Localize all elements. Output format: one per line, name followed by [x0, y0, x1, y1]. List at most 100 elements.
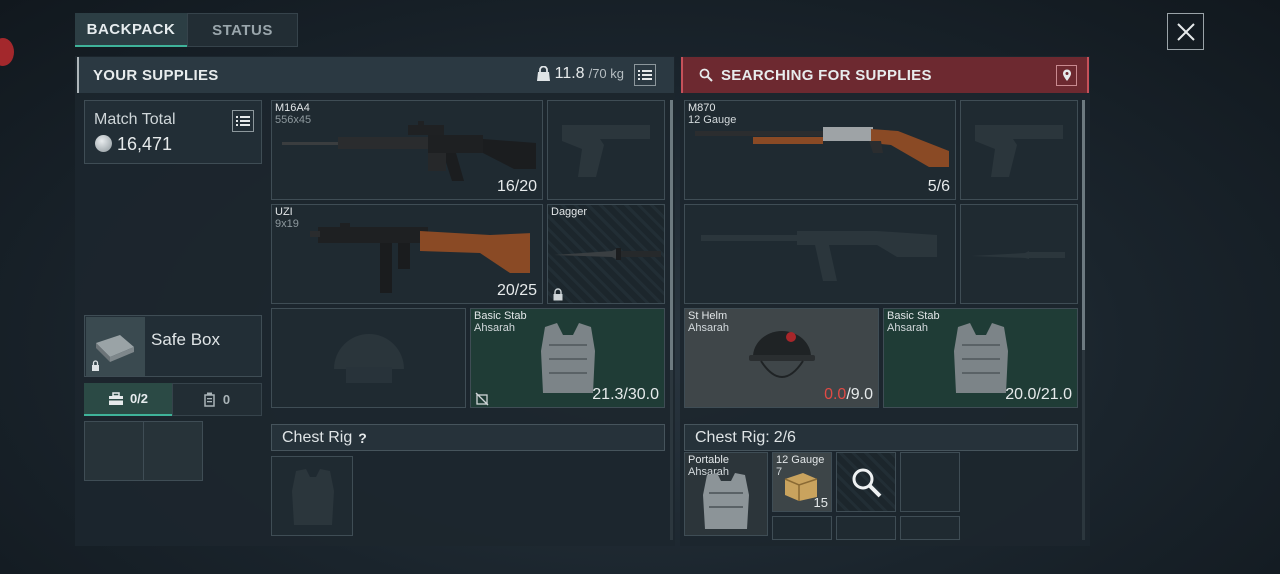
match-total-value: 16,471 — [117, 134, 173, 154]
loot-chest-rig-bar: Chest Rig: 2/6 — [684, 424, 1078, 451]
chest-rig-label: Chest Rig: — [695, 428, 770, 446]
empty-rig-slot[interactable] — [900, 516, 960, 540]
item-count: 20/25 — [496, 282, 537, 299]
knife-icon — [971, 251, 1065, 259]
item-durability: 0.0/9.0 — [824, 386, 873, 404]
chest-rig-slot[interactable] — [271, 456, 353, 536]
item-name: M16A4 — [275, 102, 310, 114]
match-total-card: Match Total 16,471 — [84, 100, 262, 164]
list-icon — [236, 116, 250, 126]
sort-list-button[interactable] — [634, 64, 656, 86]
durability-max: /9.0 — [846, 386, 873, 403]
search-title: SEARCHING FOR SUPPLIES — [721, 66, 932, 84]
item-count: 16/20 — [496, 178, 537, 195]
safe-box-icon — [92, 335, 134, 371]
rig-icon — [292, 469, 334, 525]
secondary-weapon-slot[interactable]: UZI 9x19 20/25 — [271, 204, 543, 304]
item-name: Portable — [688, 454, 729, 466]
help-icon[interactable]: ? — [358, 430, 367, 446]
safe-box-card[interactable]: Safe Box — [84, 315, 262, 377]
searching-slot — [836, 452, 896, 512]
no-repair-icon — [475, 392, 489, 406]
rifle-icon — [701, 231, 937, 281]
vest-icon — [954, 323, 1008, 393]
item-name: M870 — [688, 102, 716, 114]
right-scrollbar-thumb[interactable] — [1082, 100, 1085, 350]
search-icon — [852, 468, 882, 498]
weight-readout: 11.8/70 kg — [536, 65, 624, 83]
search-icon — [699, 68, 713, 82]
canister-icon — [204, 392, 215, 407]
list-icon — [638, 70, 652, 80]
loot-melee-slot[interactable] — [960, 204, 1078, 304]
tab-status[interactable]: STATUS — [187, 13, 298, 47]
helmet-icon — [749, 331, 815, 378]
empty-rig-slot[interactable] — [836, 516, 896, 540]
item-name: St Helm — [688, 310, 728, 322]
safe-box-slot[interactable] — [84, 421, 144, 481]
item-brand: Ahsarah — [474, 322, 515, 334]
toolbox-icon — [108, 391, 123, 405]
top-tabs: BACKPACK STATUS — [75, 13, 298, 47]
chest-rig-capacity: 2/6 — [773, 428, 796, 446]
item-count: 5/6 — [927, 178, 950, 195]
primary-weapon-slot[interactable]: M16A4 556x45 16/20 — [271, 100, 543, 200]
item-durability: 21.3/30.0 — [592, 386, 659, 403]
item-name: Basic Stab — [887, 310, 940, 322]
pistol-icon — [975, 125, 1063, 177]
loot-pistol-slot[interactable] — [960, 100, 1078, 200]
item-count: 15 — [813, 495, 828, 510]
item-brand: Ahsarah — [688, 322, 729, 334]
durability-current: 0.0 — [824, 386, 847, 403]
location-button[interactable] — [1056, 65, 1077, 86]
safe-box-image — [86, 317, 145, 376]
empty-rig-slot[interactable] — [772, 516, 832, 540]
left-scrollbar-thumb[interactable] — [670, 100, 673, 370]
vest-icon — [541, 323, 595, 393]
item-name: Basic Stab — [474, 310, 527, 322]
shotgun-icon — [695, 127, 949, 167]
loot-rig-item[interactable]: Portable Ahsarah — [684, 452, 768, 536]
safe-box-slot[interactable] — [143, 421, 203, 481]
item-detail: 7 — [776, 466, 783, 478]
weight-current: 11.8 — [554, 65, 585, 82]
chest-rig-label: Chest Rig — [282, 428, 353, 446]
weight-max: /70 kg — [588, 66, 624, 81]
tab-backpack[interactable]: BACKPACK — [75, 13, 187, 47]
pistol-icon — [562, 125, 650, 177]
notification-dot — [0, 38, 14, 66]
item-ammo: 9x19 — [275, 218, 299, 230]
match-total-label: Match Total — [94, 111, 176, 128]
item-name: UZI — [275, 206, 293, 218]
safe-box-other-tab[interactable]: 0 — [172, 383, 262, 416]
safe-box-label: Safe Box — [151, 330, 220, 349]
safe-box-items-count: 0/2 — [129, 391, 149, 406]
helmet-icon — [334, 334, 404, 383]
empty-rig-slot[interactable] — [900, 452, 960, 512]
dagger-icon — [554, 248, 661, 260]
match-details-button[interactable] — [232, 110, 254, 132]
pistol-slot[interactable] — [547, 100, 665, 200]
item-durability: 20.0/21.0 — [1005, 386, 1072, 403]
safe-box-other-count: 0 — [222, 392, 231, 407]
map-pin-icon — [1062, 69, 1071, 81]
your-supplies-title: YOUR SUPPLIES — [93, 66, 219, 84]
melee-slot[interactable]: Dagger — [547, 204, 665, 304]
chest-rig-bar: Chest Rig ? — [271, 424, 665, 451]
weight-icon — [536, 66, 550, 81]
armor-slot[interactable]: Basic Stab Ahsarah 21.3/30.0 — [470, 308, 665, 408]
loot-ammo-item[interactable]: 12 Gauge 7 15 — [772, 452, 832, 512]
rifle-icon — [282, 121, 536, 181]
item-name: Dagger — [551, 206, 588, 218]
item-brand: Ahsarah — [887, 322, 928, 334]
loot-primary-slot[interactable]: M870 12 Gauge 5/6 — [684, 100, 956, 200]
close-button[interactable] — [1167, 13, 1204, 50]
safe-box-items-tab[interactable]: 0/2 — [84, 383, 172, 416]
your-supplies-header: YOUR SUPPLIES 11.8/70 kg — [77, 57, 674, 93]
loot-helmet-slot[interactable]: St Helm Ahsarah 0.0/9.0 — [684, 308, 879, 408]
close-icon — [1176, 22, 1195, 41]
loot-secondary-slot[interactable] — [684, 204, 956, 304]
lock-icon — [553, 288, 563, 301]
helmet-slot[interactable] — [271, 308, 466, 408]
loot-armor-slot[interactable]: Basic Stab Ahsarah 20.0/21.0 — [883, 308, 1078, 408]
